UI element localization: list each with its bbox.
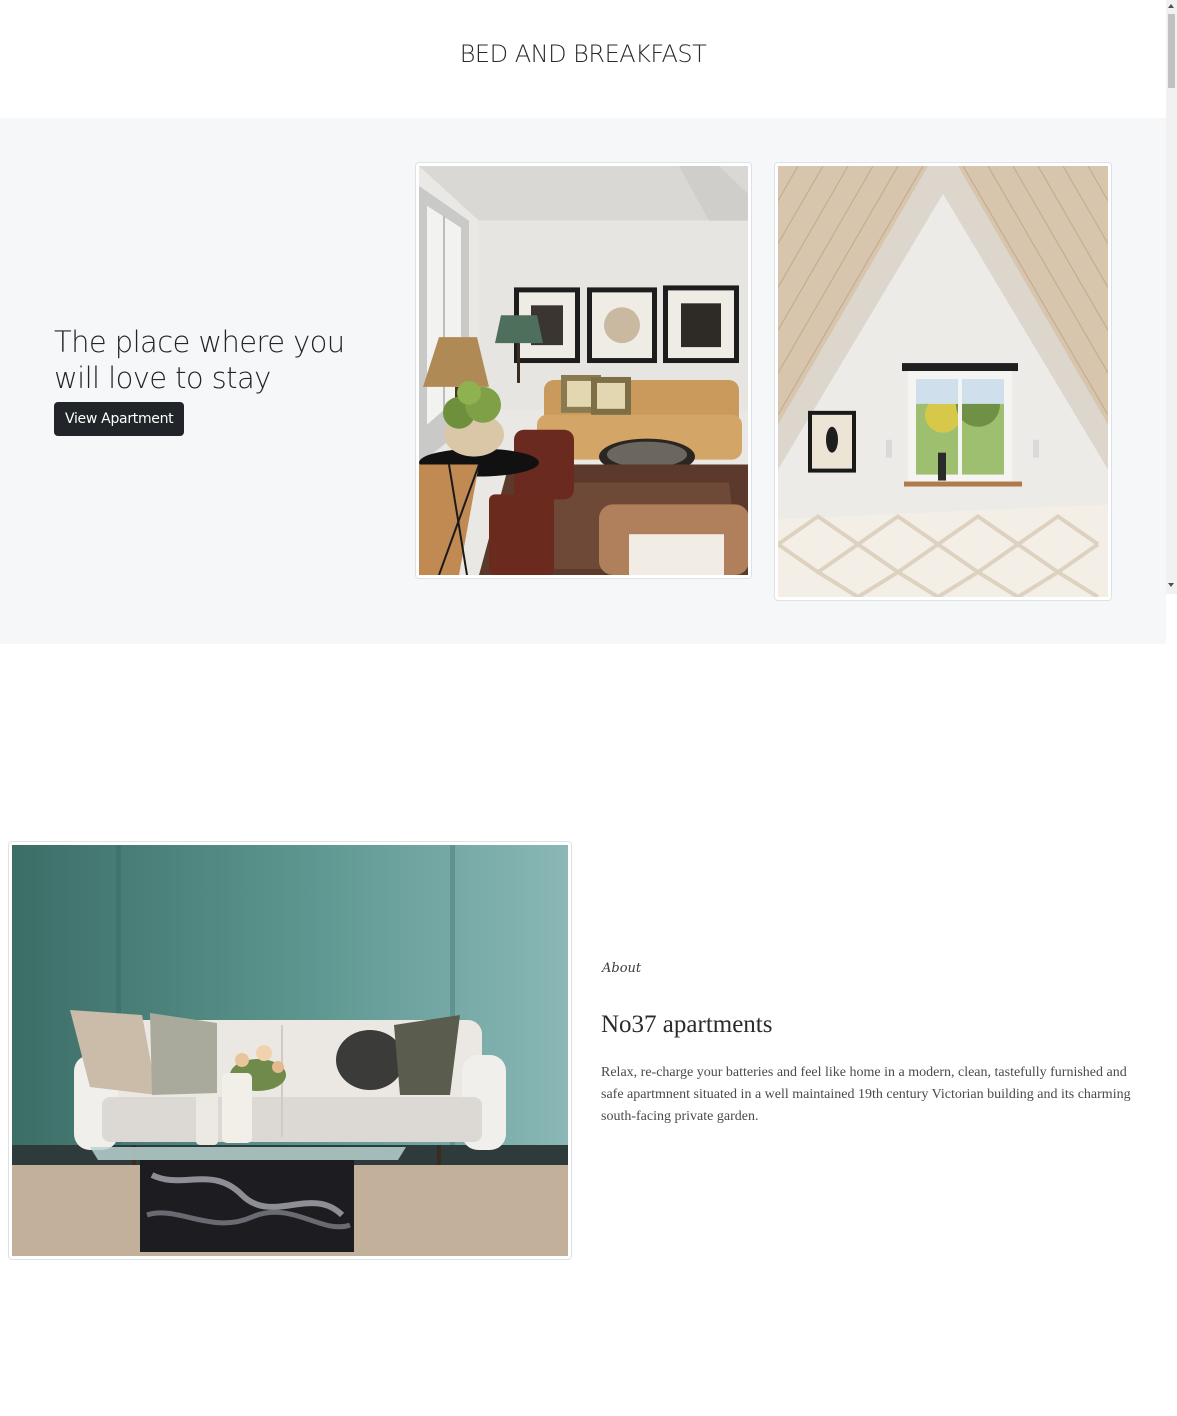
scroll-down-arrow-icon[interactable] bbox=[1168, 583, 1174, 587]
living-room-illustration bbox=[419, 166, 748, 575]
about-eyebrow: About bbox=[602, 961, 642, 976]
attic-bedroom-illustration bbox=[778, 166, 1108, 597]
lounge-sofa-illustration bbox=[12, 845, 568, 1256]
view-apartment-button[interactable]: View Apartment bbox=[54, 402, 185, 436]
site-header: BED AND BREAKFAST bbox=[0, 0, 1166, 118]
scroll-up-arrow-icon[interactable] bbox=[1168, 4, 1174, 8]
attic-bedroom-photo bbox=[774, 162, 1112, 601]
site-title[interactable]: BED AND BREAKFAST bbox=[0, 40, 1166, 68]
about-title: No37 apartments bbox=[601, 1011, 773, 1038]
about-description: Relax, re-charge your batteries and feel… bbox=[601, 1065, 1131, 1124]
lounge-sofa-photo bbox=[8, 841, 572, 1260]
page: BED AND BREAKFAST The place where you wi… bbox=[0, 0, 1166, 1416]
scrollbar-thumb[interactable] bbox=[1168, 14, 1175, 88]
living-room-photo bbox=[415, 162, 752, 579]
vertical-scrollbar[interactable] bbox=[1166, 0, 1177, 594]
hero-heading: The place where you will love to stay bbox=[54, 325, 345, 395]
hero-section: The place where you will love to stay Vi… bbox=[0, 118, 1166, 644]
